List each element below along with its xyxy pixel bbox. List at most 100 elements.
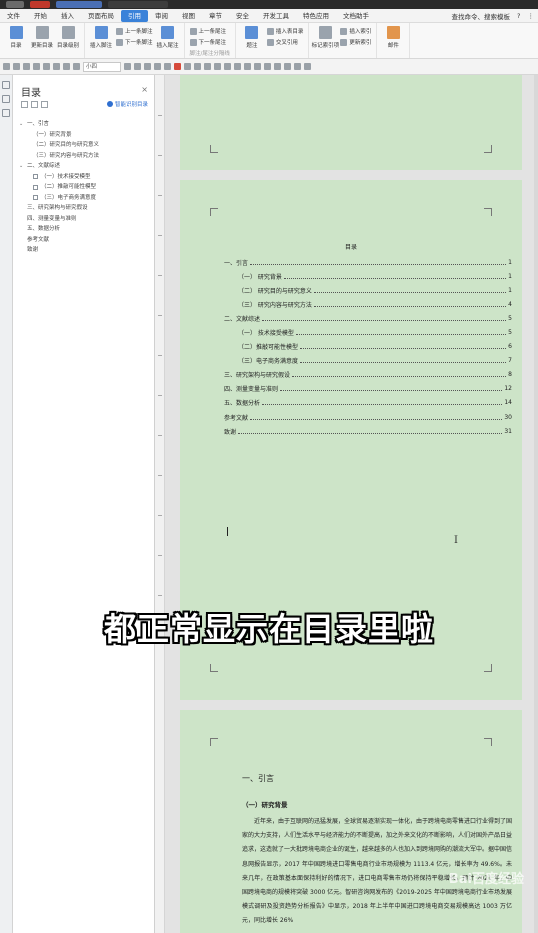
more-icon[interactable]: ⋮	[528, 12, 535, 20]
nav-toc-item[interactable]: （二）研究目的与研究意义	[19, 140, 151, 151]
preview-icon[interactable]	[33, 63, 40, 70]
indent-icon[interactable]	[264, 63, 271, 70]
toc-level-button[interactable]: 目录级别	[55, 26, 81, 49]
outdent-icon[interactable]	[274, 63, 281, 70]
nav-toc-item[interactable]: 参考文献	[19, 235, 151, 246]
line-spacing-icon[interactable]	[234, 63, 241, 70]
chevron-down-icon[interactable]: ⌄	[19, 161, 27, 172]
nav-toc-item[interactable]: （二）推敲可能性模型	[19, 182, 151, 193]
toc-entry[interactable]: 致谢 31	[224, 424, 512, 438]
menu-doc-assistant[interactable]: 文档助手	[336, 10, 376, 22]
title-tab-3[interactable]	[108, 1, 168, 8]
title-tab-1[interactable]	[6, 1, 24, 8]
nav-toc-item[interactable]: （一）技术接受模型	[19, 172, 151, 183]
mail-button[interactable]: 邮件	[380, 26, 406, 49]
close-icon[interactable]: ×	[141, 85, 148, 94]
menu-references[interactable]: 引用	[121, 9, 148, 22]
command-search[interactable]: 查找命令、搜索模板	[452, 11, 511, 21]
nav-toc-item[interactable]: 四、测量变量与准则	[19, 214, 151, 225]
align-right-icon[interactable]	[214, 63, 221, 70]
picture-icon[interactable]	[294, 63, 301, 70]
toc-entry[interactable]: 参考文献 30	[224, 410, 512, 424]
format-painter-icon[interactable]	[63, 63, 70, 70]
note-separator-button[interactable]: 脚注/尾注分隔线	[190, 49, 230, 57]
nav-toc-item[interactable]: 致谢	[19, 245, 151, 256]
menu-page-layout[interactable]: 页面布局	[81, 10, 121, 22]
justify-icon[interactable]	[224, 63, 231, 70]
next-footnote-button[interactable]: 下一条脚注	[116, 38, 153, 46]
save-icon[interactable]	[3, 63, 10, 70]
font-name-icon[interactable]	[73, 63, 80, 70]
update-index-button[interactable]: 更新索引	[340, 38, 371, 46]
insert-table-of-figures-button[interactable]: 插入表目录	[266, 27, 303, 35]
next-endnote-button[interactable]: 下一条尾注	[189, 38, 230, 46]
insert-footnote-button[interactable]: 插入脚注	[88, 26, 114, 49]
vertical-scrollbar[interactable]	[534, 75, 538, 933]
mark-index-button[interactable]: 标记索引项	[312, 26, 339, 49]
bold-icon[interactable]	[144, 63, 151, 70]
chevron-down-icon[interactable]: ⌄	[19, 119, 27, 130]
table-icon[interactable]	[284, 63, 291, 70]
nav-toc-item[interactable]: ⌄ 一、引言	[19, 119, 151, 130]
toc-entry[interactable]: （二）推敲可能性模型 6	[224, 340, 512, 354]
redo-icon[interactable]	[53, 63, 60, 70]
numbering-icon[interactable]	[254, 63, 261, 70]
font-color-icon[interactable]	[174, 63, 181, 70]
menu-home[interactable]: 开始	[27, 10, 54, 22]
bookmark-icon[interactable]	[2, 109, 10, 117]
smart-toc-button[interactable]: 智能识别目录	[106, 100, 148, 108]
toc-entry[interactable]: 一、引言 1	[224, 255, 512, 269]
toc-entry[interactable]: 四、测量变量与准则 12	[224, 382, 512, 396]
shape-icon[interactable]	[304, 63, 311, 70]
prev-endnote-button[interactable]: 上一条尾注	[189, 27, 230, 35]
toc-pane-icon[interactable]	[2, 95, 10, 103]
toc-entry[interactable]: （二） 研究目的与研究意义 1	[224, 283, 512, 297]
document-page[interactable]: 一、引言 （一）研究背景 近年来，由于互联网的迅猛发展，全球贸易逐渐实现一体化，…	[180, 710, 522, 933]
toc-entry[interactable]: 三、研究架构与研究假设 8	[224, 368, 512, 382]
title-tab-active[interactable]	[56, 1, 102, 8]
menu-insert[interactable]: 插入	[54, 10, 81, 22]
menu-developer[interactable]: 开发工具	[256, 10, 296, 22]
nav-toc-item[interactable]: （一）研究背景	[19, 130, 151, 141]
align-left-icon[interactable]	[194, 63, 201, 70]
update-toc-button[interactable]: 更新目录	[29, 26, 55, 49]
menu-security[interactable]: 安全	[229, 10, 256, 22]
vertical-ruler[interactable]	[155, 75, 165, 933]
align-center-icon[interactable]	[204, 63, 211, 70]
menu-review[interactable]: 审阅	[148, 10, 175, 22]
menu-section[interactable]: 章节	[202, 10, 229, 22]
toc-entry[interactable]: （一） 研究背景 1	[224, 269, 512, 283]
insert-endnote-button[interactable]: 插入尾注	[155, 26, 181, 49]
nav-toc-item[interactable]: 三、研究架构与研究假设	[19, 203, 151, 214]
cross-reference-button[interactable]: 交叉引用	[266, 38, 304, 46]
toc-entry[interactable]: （三）电子商务满意度 7	[224, 354, 512, 368]
menu-view[interactable]: 视图	[175, 10, 202, 22]
nav-toc-item[interactable]: ⌄ 二、文献综述	[19, 161, 151, 172]
shrink-font-icon[interactable]	[134, 63, 141, 70]
prev-footnote-button[interactable]: 上一条脚注	[116, 27, 153, 35]
collapse-all-icon[interactable]	[31, 101, 38, 108]
caption-button[interactable]: 题注	[239, 26, 265, 49]
nav-toc-item[interactable]: （三）研究内容与研究方法	[19, 151, 151, 162]
document-canvas[interactable]: 目录 一、引言 1 （一） 研究背景 1 （二） 研究目的与研究意义 1 （三） 研究…	[165, 75, 538, 933]
insert-index-button[interactable]: 插入索引	[340, 27, 371, 35]
toc-entry[interactable]: （三） 研究内容与研究方法 4	[224, 297, 512, 311]
bullets-icon[interactable]	[244, 63, 251, 70]
grow-font-icon[interactable]	[124, 63, 131, 70]
undo-icon[interactable]	[43, 63, 50, 70]
document-page[interactable]	[180, 75, 522, 170]
highlight-icon[interactable]	[184, 63, 191, 70]
nav-toc-item[interactable]: 五、数据分析	[19, 224, 151, 235]
toc-entry[interactable]: （一） 技术接受模型 5	[224, 325, 512, 339]
print-icon[interactable]	[23, 63, 30, 70]
delete-icon[interactable]	[41, 101, 48, 108]
title-tab-2[interactable]	[30, 1, 50, 8]
underline-icon[interactable]	[164, 63, 171, 70]
nav-toc-item[interactable]: （三）电子商务满意度	[19, 193, 151, 204]
help-icon[interactable]: ?	[517, 12, 520, 20]
expand-all-icon[interactable]	[21, 101, 28, 108]
open-icon[interactable]	[13, 63, 20, 70]
menu-file[interactable]: 文件	[0, 10, 27, 22]
menu-features[interactable]: 特色应用	[296, 10, 336, 22]
italic-icon[interactable]	[154, 63, 161, 70]
